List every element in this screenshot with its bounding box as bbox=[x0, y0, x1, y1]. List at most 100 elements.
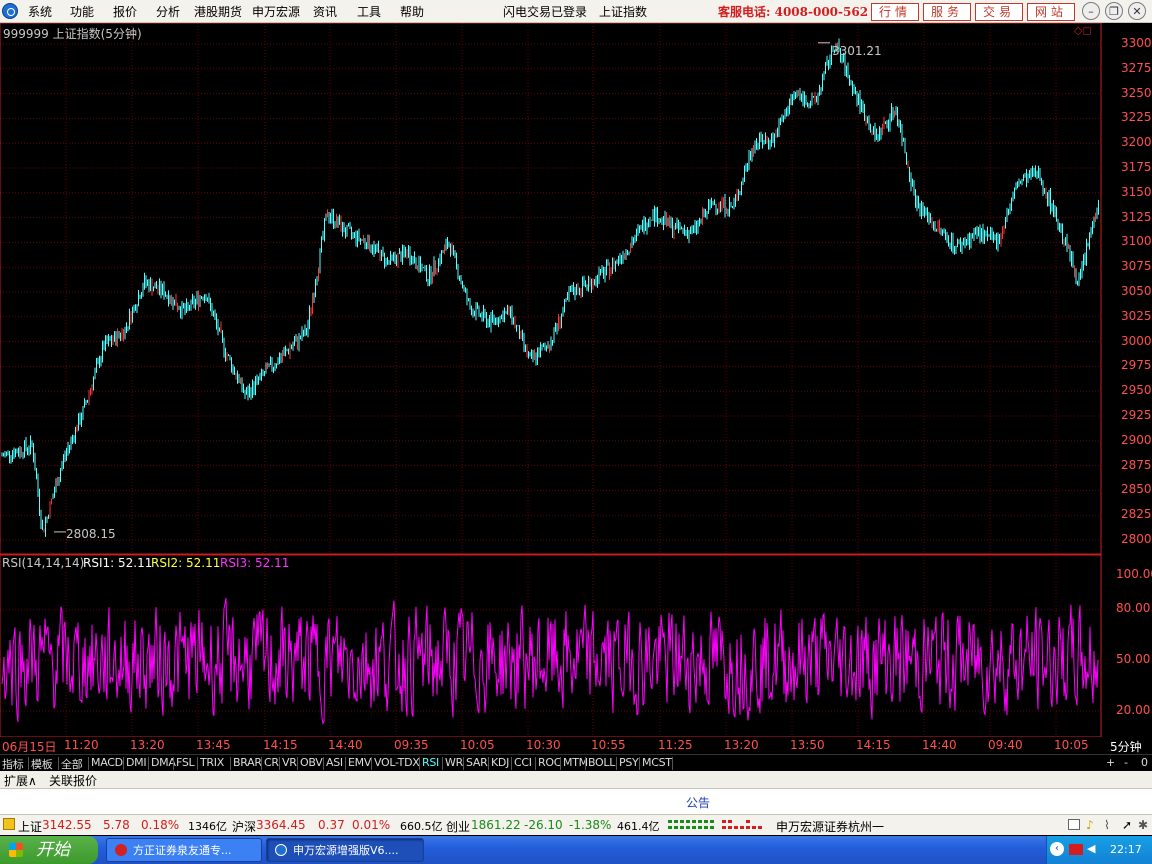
y-tick-label: 2800 bbox=[1121, 532, 1152, 546]
indicator-tab-fsl[interactable]: FSL bbox=[176, 756, 195, 769]
tab-separator bbox=[560, 757, 561, 770]
x-tick-label: 14:15 bbox=[263, 738, 298, 752]
signal-icon[interactable]: ⌇ bbox=[1104, 818, 1110, 832]
expand-tab[interactable]: 扩展∧ bbox=[4, 772, 37, 789]
menu-swhy[interactable]: 申万宏源 bbox=[252, 3, 300, 20]
sh-percent: 0.18% bbox=[141, 818, 180, 832]
task-label-1: 方正证券泉友通专... bbox=[133, 844, 232, 857]
indicator-tab-obv[interactable]: OBV bbox=[300, 756, 323, 769]
tab-separator bbox=[371, 757, 372, 770]
tab-separator bbox=[672, 757, 673, 770]
quote-button[interactable]: 行情 bbox=[871, 3, 919, 21]
indicator-tab-指标[interactable]: 指标 bbox=[2, 756, 24, 772]
status-bar: 上证 3142.55 5.78 0.18% 1346亿 沪深 3364.45 0… bbox=[0, 814, 1152, 835]
indicator-tab-brar[interactable]: BRAR bbox=[233, 756, 262, 769]
task-founder-securities[interactable]: 方正证券泉友通专... bbox=[106, 838, 262, 862]
indicator-tab-sar[interactable]: SAR bbox=[466, 756, 488, 769]
indicator-tab-wr[interactable]: WR bbox=[445, 756, 463, 769]
tab-separator bbox=[616, 757, 617, 770]
arrow-icon[interactable]: ➚ bbox=[1122, 818, 1132, 832]
indicator-tab-dmi[interactable]: DMI bbox=[126, 756, 147, 769]
close-icon[interactable]: ✕ bbox=[1128, 2, 1146, 20]
chart-area[interactable] bbox=[0, 23, 1152, 737]
indicator-tab-mcst[interactable]: MCST bbox=[642, 756, 672, 769]
bell-icon[interactable]: ♪ bbox=[1086, 818, 1094, 832]
chart-options-icon[interactable]: ◇◻ bbox=[1074, 24, 1092, 37]
y-tick-label: 2950 bbox=[1121, 383, 1152, 398]
period-label[interactable]: 5分钟 bbox=[1110, 738, 1142, 755]
indicator-tab-dma[interactable]: DMA bbox=[151, 756, 176, 769]
x-tick-label: 13:20 bbox=[724, 738, 759, 752]
website-button[interactable]: 网站 bbox=[1027, 3, 1075, 21]
service-button[interactable]: 服务 bbox=[923, 3, 971, 21]
indicator-tab-cci[interactable]: CCI bbox=[514, 756, 532, 769]
indicator-tab-cr[interactable]: CR bbox=[264, 756, 279, 769]
tab-control[interactable]: - bbox=[1124, 756, 1128, 769]
x-tick-label: 11:25 bbox=[658, 738, 693, 752]
tab-control[interactable]: 0 bbox=[1141, 756, 1148, 769]
menu-function[interactable]: 功能 bbox=[70, 3, 94, 20]
y-tick-label: 3150 bbox=[1121, 184, 1152, 199]
rsi3-value: RSI3: 52.11 bbox=[220, 556, 290, 570]
minimize-icon[interactable]: – bbox=[1082, 2, 1100, 20]
x-tick-label: 13:20 bbox=[130, 738, 165, 752]
notice-label[interactable]: 公告 bbox=[686, 794, 710, 811]
indicator-tab-模板[interactable]: 模板 bbox=[31, 756, 53, 772]
x-tick-label: 10:05 bbox=[460, 738, 495, 752]
restore-icon[interactable]: ❐ bbox=[1105, 2, 1123, 20]
cy-change: -26.10 bbox=[524, 818, 563, 832]
indicator-tab-boll[interactable]: BOLL bbox=[588, 756, 615, 769]
tab-separator bbox=[419, 757, 420, 770]
menu-hk-futures[interactable]: 港股期货 bbox=[194, 3, 242, 20]
volume-icon[interactable]: ◀ bbox=[1087, 842, 1095, 855]
start-label: 开始 bbox=[36, 840, 70, 860]
rsi-indicator-name[interactable]: RSI(14,14,14) bbox=[2, 556, 84, 570]
cy-amount: 461.4亿 bbox=[617, 820, 660, 833]
rsi2-value: RSI2: 52.11 bbox=[151, 556, 221, 570]
indicator-tab-kdj[interactable]: KDJ bbox=[491, 756, 509, 769]
task-swhy-app[interactable]: 申万宏源增强版V6.... bbox=[266, 838, 424, 862]
window-icon[interactable] bbox=[1068, 819, 1080, 830]
indicator-tab-vol-tdx[interactable]: VOL-TDX bbox=[374, 756, 420, 769]
indicator-tab-emv[interactable]: EMV bbox=[348, 756, 371, 769]
tray-collapse-icon[interactable]: ‹ bbox=[1050, 842, 1064, 856]
settings-icon[interactable]: ✱ bbox=[1138, 818, 1148, 832]
y-tick-label: 3175 bbox=[1121, 160, 1152, 174]
indicator-tab-roc[interactable]: ROC bbox=[538, 756, 561, 769]
market-breadth-icon bbox=[668, 820, 762, 829]
tab-separator bbox=[297, 757, 298, 770]
indicator-tab-macd[interactable]: MACD bbox=[91, 756, 123, 769]
tab-control[interactable]: + bbox=[1106, 756, 1115, 769]
tray-app-icon[interactable] bbox=[1069, 844, 1083, 855]
x-tick-label: 09:40 bbox=[988, 738, 1023, 752]
sh-label: 上证 bbox=[18, 820, 43, 834]
indicator-tab-rsi[interactable]: RSI bbox=[422, 756, 439, 769]
y-tick-label: 2825 bbox=[1121, 507, 1152, 522]
start-button[interactable]: 开始 bbox=[0, 836, 98, 864]
indicator-tab-全部[interactable]: 全部 bbox=[61, 756, 83, 772]
indicator-tab-vr[interactable]: VR bbox=[282, 756, 297, 769]
y-tick-label: 3125 bbox=[1121, 209, 1152, 224]
app-logo-icon bbox=[2, 3, 18, 19]
rsi-line bbox=[1, 597, 1099, 725]
hs-amount: 660.5亿 bbox=[400, 820, 443, 833]
y-tick-label: 2900 bbox=[1121, 432, 1152, 447]
cy-label: 创业 bbox=[446, 820, 471, 834]
y-tick-label: 3100 bbox=[1121, 234, 1152, 249]
menu-tools[interactable]: 工具 bbox=[357, 3, 381, 20]
sh-amount: 1346亿 bbox=[188, 820, 227, 833]
menu-system[interactable]: 系统 bbox=[28, 3, 52, 20]
menu-news[interactable]: 资讯 bbox=[313, 3, 337, 20]
indicator-tab-asi[interactable]: ASI bbox=[326, 756, 343, 769]
related-quote-tab[interactable]: 关联报价 bbox=[49, 772, 97, 789]
tab-separator bbox=[442, 757, 443, 770]
rsi-tick-label: 80.00 bbox=[1116, 601, 1151, 615]
menu-quote[interactable]: 报价 bbox=[113, 3, 137, 20]
trade-login-status: 闪电交易已登录 bbox=[503, 5, 588, 19]
lock-icon[interactable] bbox=[3, 818, 15, 830]
menu-analysis[interactable]: 分析 bbox=[156, 3, 180, 20]
menu-help[interactable]: 帮助 bbox=[400, 3, 424, 20]
indicator-tab-psy[interactable]: PSY bbox=[619, 756, 639, 769]
trade-button[interactable]: 交易 bbox=[975, 3, 1023, 21]
indicator-tab-trix[interactable]: TRIX bbox=[200, 756, 224, 769]
